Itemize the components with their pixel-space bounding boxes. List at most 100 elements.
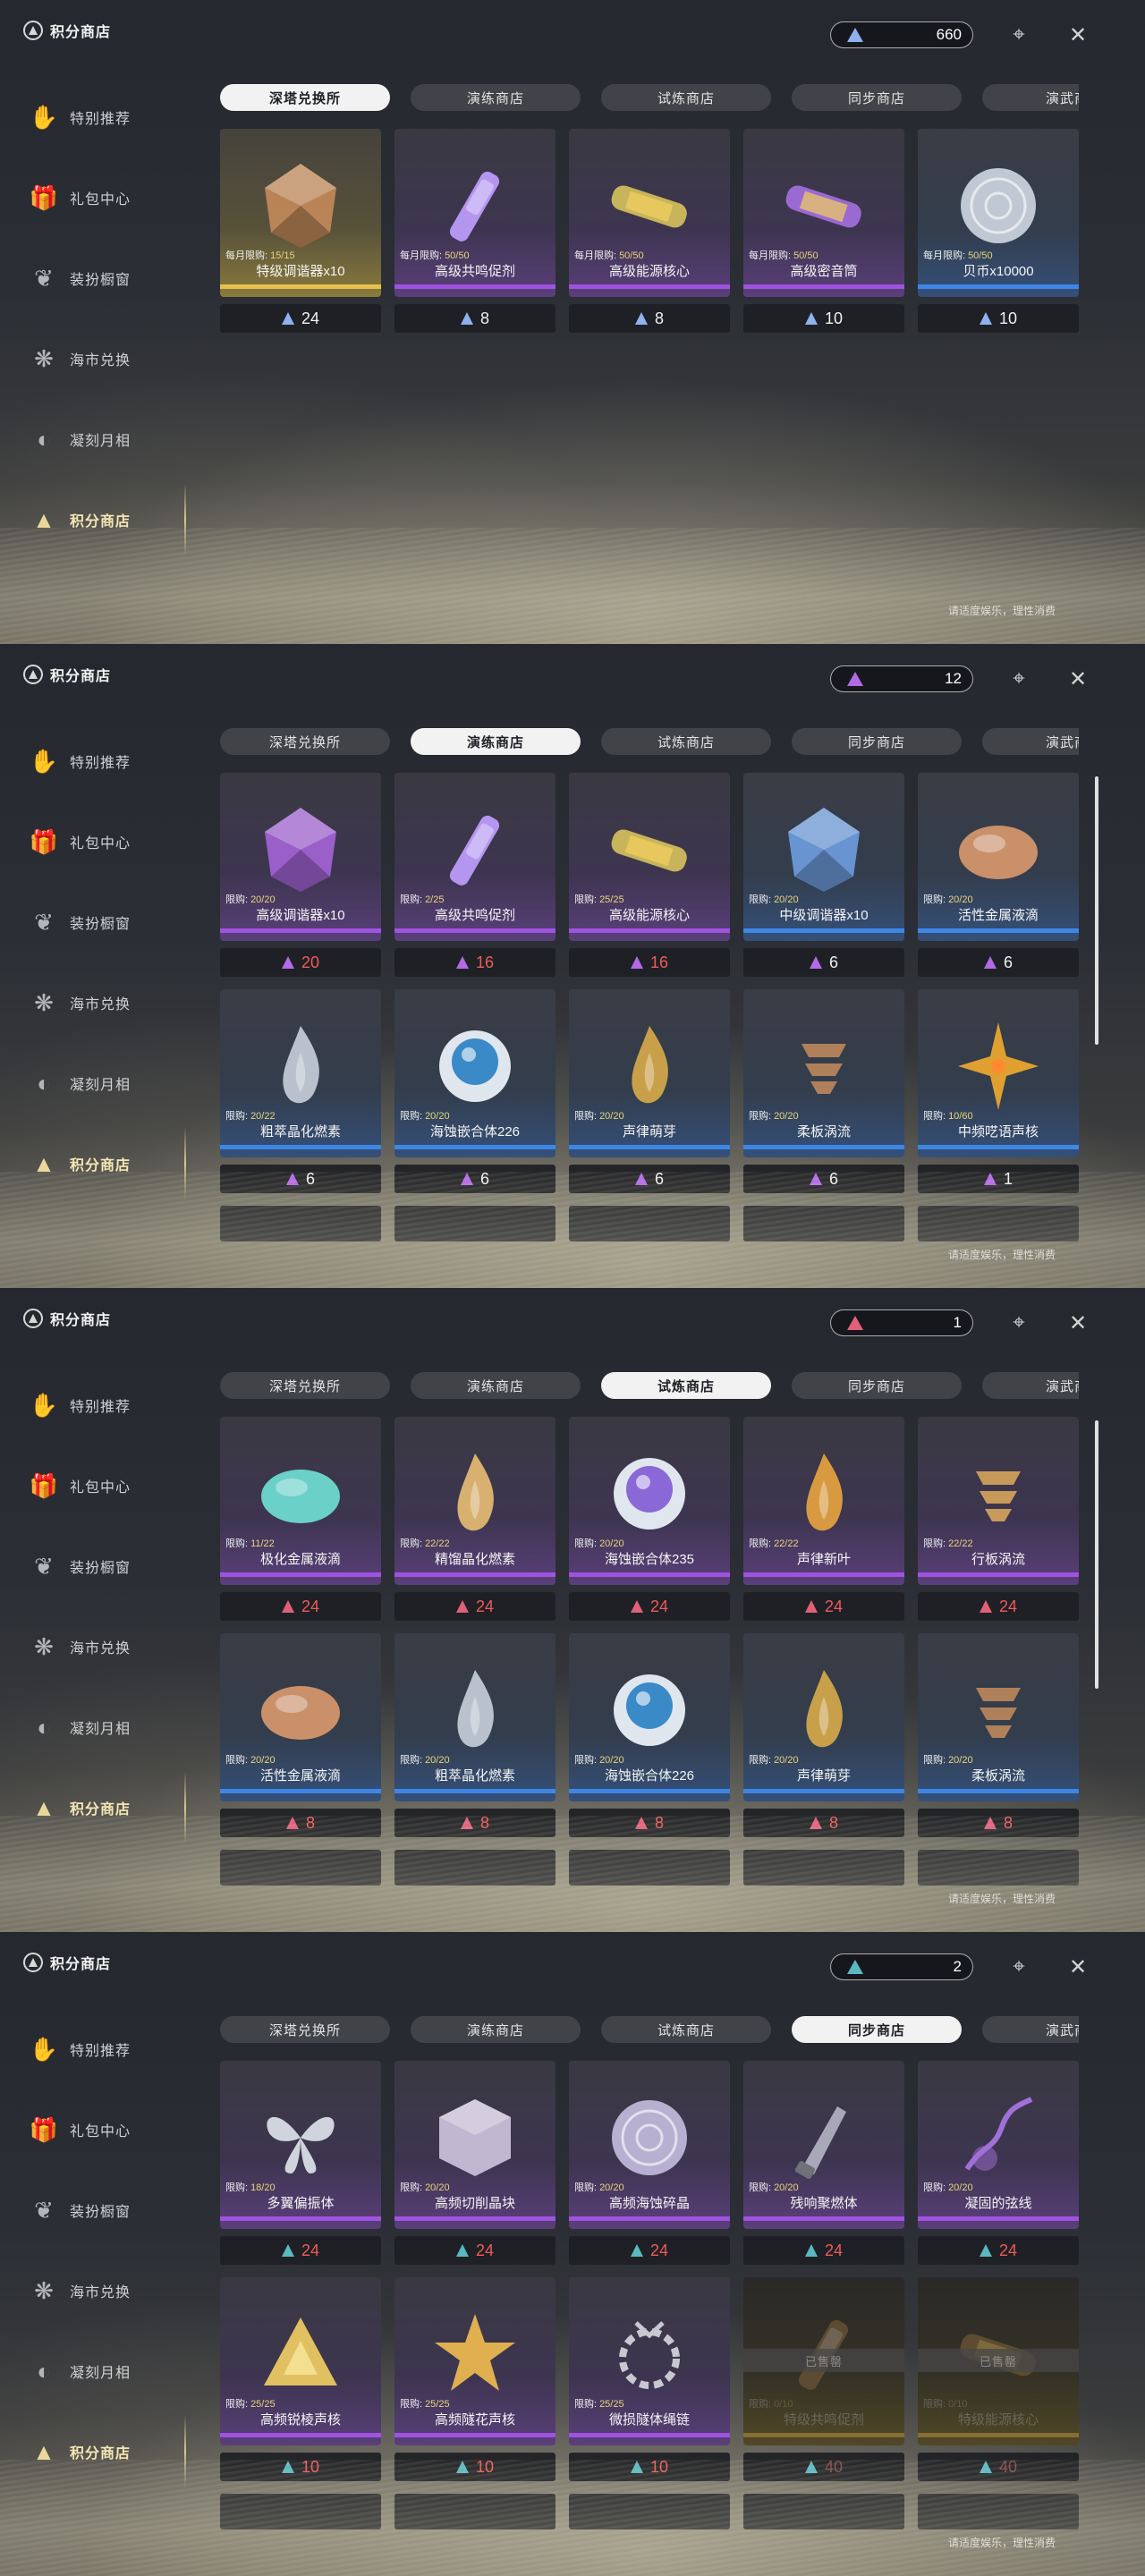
sidebar-item-1[interactable]: 🎁 礼包中心: [23, 801, 193, 882]
tab-1[interactable]: 演练商店: [411, 84, 581, 111]
sidebar-item-3[interactable]: ❋ 海市兑换: [23, 962, 193, 1043]
tab-4[interactable]: 演武商: [982, 2016, 1079, 2043]
target-button[interactable]: ⌖: [1005, 665, 1032, 692]
shop-item-card-partial[interactable]: [569, 2494, 730, 2529]
tab-1[interactable]: 演练商店: [411, 1372, 581, 1399]
shop-item-card[interactable]: 限购: 2/25 高级共鸣促剂 16: [394, 773, 556, 977]
shop-item-card[interactable]: 每月限购: 50/50 高级能源核心 8: [569, 129, 730, 333]
shop-item-card-partial[interactable]: [569, 1206, 730, 1241]
shop-item-card-partial[interactable]: [220, 1206, 381, 1241]
sidebar-item-5[interactable]: ▲ 积分商店: [23, 479, 193, 560]
tab-3[interactable]: 同步商店: [792, 2016, 962, 2043]
tab-0[interactable]: 深塔兑换所: [220, 728, 390, 755]
shop-item-card[interactable]: 限购: 20/20 粗萃晶化燃素 8: [394, 1633, 556, 1837]
shop-item-card-partial[interactable]: [569, 1850, 730, 1885]
shop-item-card[interactable]: 限购: 20/20 高频海蚀碎晶 24: [569, 2061, 730, 2265]
sidebar-item-0[interactable]: ✋ 特别推荐: [23, 2009, 193, 2089]
shop-item-card[interactable]: 限购: 25/25 高级能源核心 16: [569, 773, 730, 977]
sidebar-item-5[interactable]: ▲ 积分商店: [23, 1123, 193, 1204]
sidebar-item-4[interactable]: ◐ 凝刻月相: [23, 399, 193, 479]
shop-item-card[interactable]: 已售罄 限购: 0/10 特级共鸣促剂 40: [743, 2277, 904, 2481]
shop-item-card[interactable]: 限购: 18/20 多翼偏振体 24: [220, 2061, 381, 2265]
scrollbar[interactable]: [1095, 776, 1098, 1045]
tab-2[interactable]: 试炼商店: [601, 2016, 771, 2043]
shop-item-card[interactable]: 限购: 20/20 活性金属液滴 6: [918, 773, 1079, 977]
shop-item-card[interactable]: 每月限购: 50/50 高级共鸣促剂 8: [394, 129, 556, 333]
shop-item-card-partial[interactable]: [743, 1850, 904, 1885]
tab-2[interactable]: 试炼商店: [601, 84, 771, 111]
sidebar-item-4[interactable]: ◐ 凝刻月相: [23, 2331, 193, 2411]
sidebar-item-3[interactable]: ❋ 海市兑换: [23, 318, 193, 399]
shop-item-card[interactable]: 限购: 20/22 粗萃晶化燃素 6: [220, 989, 381, 1193]
tab-4[interactable]: 演武商: [982, 84, 1079, 111]
shop-item-card[interactable]: 限购: 20/20 海蚀嵌合体226 8: [569, 1633, 730, 1837]
close-button[interactable]: ✕: [1064, 1953, 1091, 1980]
shop-item-card[interactable]: 限购: 20/20 柔板涡流 6: [743, 989, 904, 1193]
shop-item-card-partial[interactable]: [394, 2494, 556, 2529]
shop-item-card[interactable]: 限购: 22/22 声律新叶 24: [743, 1417, 904, 1621]
close-button[interactable]: ✕: [1064, 21, 1091, 48]
sidebar-item-2[interactable]: ❦ 装扮橱窗: [23, 1526, 193, 1606]
close-button[interactable]: ✕: [1064, 1309, 1091, 1336]
shop-item-card[interactable]: 限购: 20/20 高频切削晶块 24: [394, 2061, 556, 2265]
shop-item-card-partial[interactable]: [918, 1850, 1079, 1885]
target-button[interactable]: ⌖: [1005, 1953, 1032, 1980]
shop-item-card[interactable]: 限购: 11/22 极化金属液滴 24: [220, 1417, 381, 1621]
sidebar-item-2[interactable]: ❦ 装扮橱窗: [23, 2170, 193, 2250]
sidebar-item-0[interactable]: ✋ 特别推荐: [23, 77, 193, 157]
sidebar-item-4[interactable]: ◐ 凝刻月相: [23, 1687, 193, 1767]
tab-3[interactable]: 同步商店: [792, 728, 962, 755]
sidebar-item-3[interactable]: ❋ 海市兑换: [23, 1606, 193, 1687]
sidebar-item-0[interactable]: ✋ 特别推荐: [23, 1365, 193, 1445]
shop-item-card[interactable]: 限购: 10/60 中频呓语声核 1: [918, 989, 1079, 1193]
sidebar-item-0[interactable]: ✋ 特别推荐: [23, 721, 193, 801]
tab-4[interactable]: 演武商: [982, 1372, 1079, 1399]
sidebar-item-1[interactable]: 🎁 礼包中心: [23, 2089, 193, 2170]
sidebar-item-5[interactable]: ▲ 积分商店: [23, 2411, 193, 2492]
shop-item-card-partial[interactable]: [394, 1206, 556, 1241]
tab-0[interactable]: 深塔兑换所: [220, 1372, 390, 1399]
tab-1[interactable]: 演练商店: [411, 2016, 581, 2043]
close-button[interactable]: ✕: [1064, 665, 1091, 692]
shop-item-card[interactable]: 限购: 25/25 高频隧花声核 10: [394, 2277, 556, 2481]
shop-item-card[interactable]: 限购: 25/25 高频锐棱声核 10: [220, 2277, 381, 2481]
shop-item-card[interactable]: 每月限购: 15/15 特级调谐器x10 24: [220, 129, 381, 333]
shop-item-card[interactable]: 限购: 20/20 柔板涡流 8: [918, 1633, 1079, 1837]
shop-item-card[interactable]: 限购: 20/20 声律萌芽 8: [743, 1633, 904, 1837]
tab-1[interactable]: 演练商店: [411, 728, 581, 755]
shop-item-card[interactable]: 限购: 20/20 声律萌芽 6: [569, 989, 730, 1193]
sidebar-item-1[interactable]: 🎁 礼包中心: [23, 157, 193, 238]
shop-item-card-partial[interactable]: [743, 1206, 904, 1241]
shop-item-card[interactable]: 限购: 20/20 凝固的弦线 24: [918, 2061, 1079, 2265]
tab-2[interactable]: 试炼商店: [601, 1372, 771, 1399]
tab-4[interactable]: 演武商: [982, 728, 1079, 755]
tab-3[interactable]: 同步商店: [792, 1372, 962, 1399]
sidebar-item-2[interactable]: ❦ 装扮橱窗: [23, 882, 193, 962]
sidebar-item-1[interactable]: 🎁 礼包中心: [23, 1445, 193, 1526]
scrollbar[interactable]: [1095, 1420, 1098, 1689]
shop-item-card[interactable]: 每月限购: 50/50 贝币x10000 10: [918, 129, 1079, 333]
sidebar-item-3[interactable]: ❋ 海市兑换: [23, 2250, 193, 2331]
shop-item-card-partial[interactable]: [743, 2494, 904, 2529]
shop-item-card-partial[interactable]: [220, 2494, 381, 2529]
sidebar-item-4[interactable]: ◐ 凝刻月相: [23, 1043, 193, 1123]
shop-item-card[interactable]: 已售罄 限购: 0/10 特级能源核心 40: [918, 2277, 1079, 2481]
shop-item-card-partial[interactable]: [918, 1206, 1079, 1241]
target-button[interactable]: ⌖: [1005, 21, 1032, 48]
sidebar-item-2[interactable]: ❦ 装扮橱窗: [23, 238, 193, 318]
tab-0[interactable]: 深塔兑换所: [220, 84, 390, 111]
target-button[interactable]: ⌖: [1005, 1309, 1032, 1336]
shop-item-card[interactable]: 限购: 22/22 行板涡流 24: [918, 1417, 1079, 1621]
shop-item-card[interactable]: 限购: 20/20 残响聚燃体 24: [743, 2061, 904, 2265]
shop-item-card[interactable]: 限购: 20/20 中级调谐器x10 6: [743, 773, 904, 977]
shop-item-card[interactable]: 限购: 25/25 微损隧体绳链 10: [569, 2277, 730, 2481]
shop-item-card-partial[interactable]: [918, 2494, 1079, 2529]
tab-2[interactable]: 试炼商店: [601, 728, 771, 755]
shop-item-card[interactable]: 限购: 22/22 精馏晶化燃素 24: [394, 1417, 556, 1621]
shop-item-card[interactable]: 限购: 20/20 高级调谐器x10 20: [220, 773, 381, 977]
shop-item-card-partial[interactable]: [220, 1850, 381, 1885]
sidebar-item-5[interactable]: ▲ 积分商店: [23, 1767, 193, 1848]
shop-item-card[interactable]: 限购: 20/20 海蚀嵌合体226 6: [394, 989, 556, 1193]
shop-item-card[interactable]: 限购: 20/20 活性金属液滴 8: [220, 1633, 381, 1837]
shop-item-card[interactable]: 限购: 20/20 海蚀嵌合体235 24: [569, 1417, 730, 1621]
